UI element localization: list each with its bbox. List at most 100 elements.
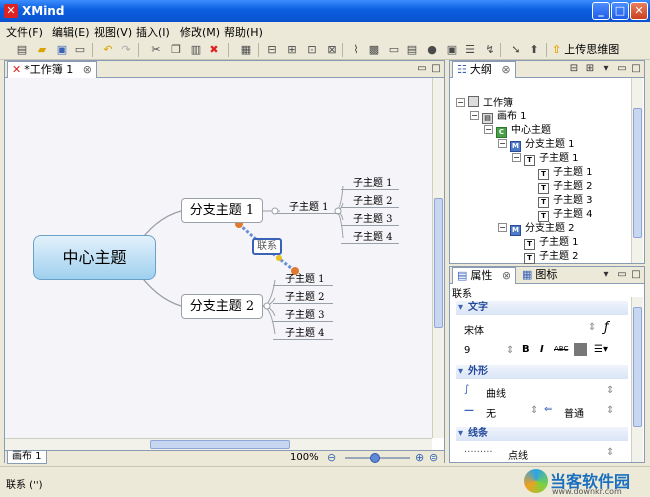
- outline-scrollbar[interactable]: [631, 78, 643, 263]
- close-tab-icon[interactable]: ⊗: [83, 63, 92, 76]
- subtopic-1-4[interactable]: 子主题 4: [341, 228, 399, 244]
- start-stepper-icon[interactable]: ⇕: [530, 405, 538, 416]
- zoom-in-icon[interactable]: ⊕: [415, 451, 424, 464]
- tree-row-central-topic[interactable]: − C 中心主题: [484, 124, 551, 138]
- tree-row-workbook[interactable]: − 工作簿: [456, 96, 513, 109]
- collapse-icon[interactable]: −: [470, 111, 479, 120]
- inline-subtopic[interactable]: 子主题 1: [277, 198, 339, 214]
- boundary-icon[interactable]: ▣: [444, 42, 460, 58]
- tree-row-branch-1[interactable]: − M 分支主题 1: [498, 138, 575, 152]
- properties-icon[interactable]: ▦: [238, 42, 254, 58]
- minimize-outline-icon[interactable]: ▭: [616, 63, 628, 75]
- tree-row-subtopic[interactable]: T 子主题 2: [538, 180, 593, 194]
- save-icon[interactable]: ▣: [54, 42, 70, 58]
- attachment-icon[interactable]: ⌇: [348, 42, 364, 58]
- shape-stepper-icon[interactable]: ⇕: [606, 385, 614, 396]
- collapse-all-icon[interactable]: ⊟: [568, 63, 580, 75]
- menu-modify[interactable]: 修改(M): [180, 24, 220, 40]
- drill-up-icon[interactable]: ⬆: [526, 42, 542, 58]
- close-outline-icon[interactable]: ⊗: [501, 63, 510, 76]
- note-icon[interactable]: ▤: [404, 42, 420, 58]
- menu-insert[interactable]: 插入(I): [136, 24, 170, 40]
- insert-parent-icon[interactable]: ⊡: [304, 42, 320, 58]
- subtopic-1-2[interactable]: 子主题 2: [341, 192, 399, 208]
- align-button[interactable]: ☰▾: [594, 344, 608, 355]
- horizontal-scroll-thumb[interactable]: [150, 440, 290, 449]
- properties-tab[interactable]: ▤ 属性 ⊗: [452, 267, 517, 284]
- open-folder-icon[interactable]: ▰: [34, 42, 50, 58]
- size-stepper-icon[interactable]: ⇕: [506, 345, 514, 356]
- minimize-properties-icon[interactable]: ▭: [616, 269, 628, 281]
- marker-icon[interactable]: ●: [424, 42, 440, 58]
- drill-down-icon[interactable]: ➘: [508, 42, 524, 58]
- upload-map-button[interactable]: ⇧ 上传思维图: [552, 42, 619, 58]
- menu-file[interactable]: 文件(F): [6, 24, 43, 40]
- font-stepper-icon[interactable]: ⇕: [588, 322, 596, 333]
- text-color-button[interactable]: [574, 343, 587, 356]
- vertical-scroll-thumb[interactable]: [434, 198, 443, 328]
- new-file-icon[interactable]: ▤: [14, 42, 30, 58]
- zoom-fit-icon[interactable]: ⊜: [429, 451, 438, 464]
- tree-row-subtopic[interactable]: T 子主题 1: [524, 236, 579, 250]
- insert-floating-icon[interactable]: ⊠: [324, 42, 340, 58]
- end-stepper-icon[interactable]: ⇕: [606, 405, 614, 416]
- workbook-tab[interactable]: ✕ *工作簿 1 ⊗: [7, 61, 97, 78]
- line-style-select[interactable]: 点线: [508, 447, 528, 462]
- menu-edit[interactable]: 编辑(E): [52, 24, 90, 40]
- insert-subtopic-icon[interactable]: ⊞: [284, 42, 300, 58]
- subtopic-1-3[interactable]: 子主题 3: [341, 210, 399, 226]
- outline-tab[interactable]: ☷ 大纲 ⊗: [452, 61, 516, 78]
- outline-scroll-thumb[interactable]: [633, 108, 642, 238]
- tree-row-subtopic[interactable]: T 子主题 1: [538, 166, 593, 180]
- tree-row-sheet[interactable]: − ▤ 画布 1: [470, 110, 527, 124]
- strikethrough-button[interactable]: ABC: [554, 345, 568, 353]
- maximize-outline-icon[interactable]: □: [630, 63, 642, 75]
- subtopic-2-2[interactable]: 子主题 2: [273, 288, 333, 304]
- menu-view[interactable]: 视图(V): [94, 24, 132, 40]
- tree-row-subtopic[interactable]: T 子主题 4: [538, 208, 593, 222]
- tree-row-branch-2[interactable]: − M 分支主题 2: [498, 222, 575, 236]
- image-icon[interactable]: ▩: [366, 42, 382, 58]
- zoom-slider-knob[interactable]: [370, 453, 380, 463]
- end-arrow-select[interactable]: 普通: [564, 405, 584, 420]
- subtopic-1-1[interactable]: 子主题 1: [341, 174, 399, 190]
- delete-icon[interactable]: ✖: [206, 42, 222, 58]
- maximize-properties-icon[interactable]: □: [630, 269, 642, 281]
- copy-icon[interactable]: ❐: [168, 42, 184, 58]
- zoom-out-icon[interactable]: ⊖: [327, 451, 336, 464]
- font-name-select[interactable]: 宋体: [464, 322, 484, 337]
- view-menu-icon[interactable]: ▾: [600, 63, 612, 75]
- collapse-icon[interactable]: −: [498, 223, 507, 232]
- label-icon[interactable]: ▭: [386, 42, 402, 58]
- branch-topic-1[interactable]: 分支主题 1: [181, 198, 263, 223]
- close-button[interactable]: ✕: [630, 2, 648, 20]
- cut-icon[interactable]: ✂: [148, 42, 164, 58]
- collapse-icon[interactable]: −: [498, 139, 507, 148]
- properties-scrollbar[interactable]: [631, 297, 643, 462]
- close-properties-icon[interactable]: ⊗: [502, 269, 511, 282]
- summary-icon[interactable]: ☰: [462, 42, 478, 58]
- tree-row-subtopic[interactable]: T 子主题 3: [538, 194, 593, 208]
- font-picker-icon[interactable]: ƒ: [604, 320, 609, 335]
- subtopic-2-3[interactable]: 子主题 3: [273, 306, 333, 322]
- text-section-header[interactable]: 文字: [456, 301, 628, 315]
- shape-section-header[interactable]: 外形: [456, 365, 628, 379]
- minimize-panel-icon[interactable]: ▭: [416, 63, 428, 75]
- tree-row-subtopic[interactable]: − T 子主题 1: [512, 152, 579, 166]
- menu-help[interactable]: 帮助(H): [224, 24, 263, 40]
- collapse-icon[interactable]: −: [456, 98, 465, 107]
- tree-row-subtopic[interactable]: T 子主题 2: [524, 250, 579, 264]
- redo-icon[interactable]: ↷: [118, 42, 134, 58]
- collapse-icon[interactable]: −: [484, 125, 493, 134]
- collapse-icon[interactable]: −: [512, 153, 521, 162]
- line-shape-select[interactable]: 曲线: [486, 385, 506, 400]
- line-stepper-icon[interactable]: ⇕: [606, 447, 614, 458]
- canvas-horizontal-scrollbar[interactable]: [5, 438, 432, 450]
- insert-topic-icon[interactable]: ⊟: [264, 42, 280, 58]
- branch-topic-2[interactable]: 分支主题 2: [181, 294, 263, 319]
- subtopic-2-1[interactable]: 子主题 1: [273, 270, 333, 286]
- relationship-label[interactable]: 联系: [252, 238, 282, 255]
- minimize-button[interactable]: _: [592, 2, 610, 20]
- maximize-panel-icon[interactable]: □: [430, 63, 442, 75]
- view-menu-icon[interactable]: ▾: [600, 269, 612, 281]
